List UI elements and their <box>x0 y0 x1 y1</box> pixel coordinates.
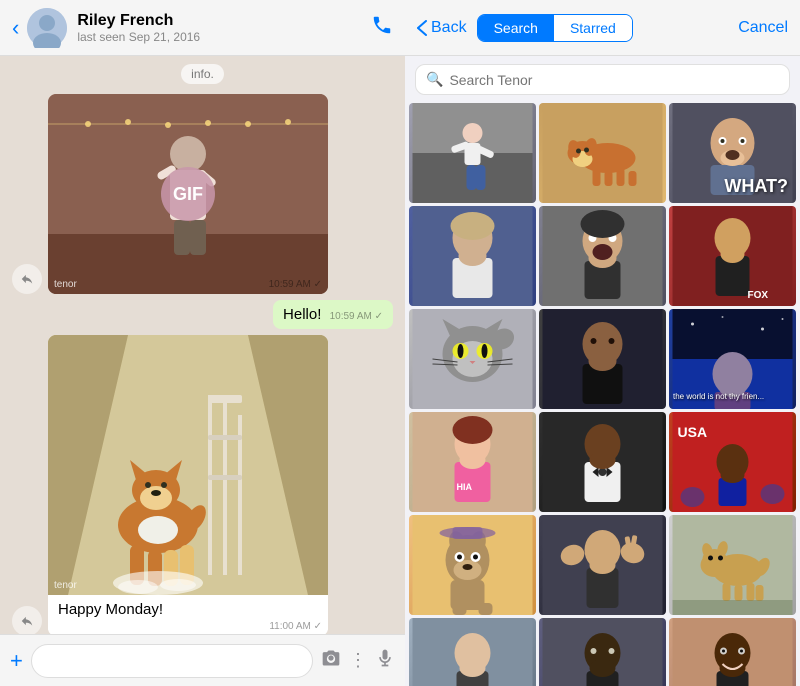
gif-bubble-1[interactable]: GIF tenor 10:59 AM ✓ <box>48 94 328 294</box>
gif-back-button[interactable]: Back <box>417 19 467 37</box>
msg-time-2: 11:00 AM ✓ <box>269 621 322 632</box>
gif-overlay-text: WHAT? <box>724 176 788 197</box>
gif-cell[interactable] <box>409 206 536 306</box>
starred-tab[interactable]: Starred <box>554 15 632 41</box>
reply-icon-2[interactable] <box>12 606 42 634</box>
msg-time-1: 10:59 AM ✓ <box>269 279 322 290</box>
gif-cell[interactable]: the world is not thy frien... <box>669 309 796 409</box>
gif-cell[interactable] <box>539 103 666 203</box>
svg-text:FOX: FOX <box>748 290 769 301</box>
svg-text:USA: USA <box>678 424 708 440</box>
tenor-badge-1: tenor <box>54 279 77 290</box>
gif-cell[interactable]: HIA <box>409 412 536 512</box>
mic-icon[interactable] <box>375 648 395 673</box>
hello-text: Hello! <box>283 306 321 323</box>
gif-cell[interactable] <box>539 515 666 615</box>
gif-cell[interactable] <box>409 618 536 686</box>
back-button[interactable]: ‹ <box>12 15 19 41</box>
tenor-search-input[interactable] <box>449 72 779 88</box>
message-row: GIF tenor 10:59 AM ✓ <box>12 94 393 294</box>
chat-panel: ‹ Riley French last seen Sep 21, 2016 in… <box>0 0 405 686</box>
gif-cell[interactable] <box>409 515 536 615</box>
message-input[interactable] <box>31 644 313 678</box>
reply-icon[interactable] <box>12 264 42 294</box>
hello-bubble: Hello! 10:59 AM ✓ <box>273 300 393 329</box>
tenor-badge-2: tenor <box>54 580 77 591</box>
message-row: Hello! 10:59 AM ✓ <box>12 300 393 329</box>
contact-info: Riley French last seen Sep 21, 2016 <box>77 12 371 44</box>
gif-cell[interactable] <box>409 103 536 203</box>
gif-bubble-2[interactable]: tenor Happy Monday! 11:00 AM ✓ <box>48 335 328 634</box>
add-button[interactable]: + <box>10 648 23 674</box>
gif-picker-panel: Back Search Starred Cancel 🔍 <box>405 0 800 686</box>
contact-status: last seen Sep 21, 2016 <box>77 30 371 44</box>
gif-grid: WHAT? <box>405 103 800 686</box>
contact-name: Riley French <box>77 12 371 30</box>
hello-time: 10:59 AM ✓ <box>330 311 383 322</box>
gif-cell[interactable] <box>539 412 666 512</box>
search-icon: 🔍 <box>426 71 443 88</box>
message-row: tenor Happy Monday! 11:00 AM ✓ <box>12 335 393 634</box>
svg-text:HIA: HIA <box>457 482 473 492</box>
gif-cell[interactable]: USA <box>669 412 796 512</box>
gif-label: GIF <box>161 167 215 221</box>
gif-cell[interactable] <box>669 618 796 686</box>
camera-icon[interactable] <box>321 648 341 673</box>
search-starred-segmented: Search Starred <box>477 14 633 42</box>
gif-cell[interactable] <box>409 309 536 409</box>
phone-icon[interactable] <box>371 14 393 42</box>
tenor-search-bar[interactable]: 🔍 <box>415 64 790 95</box>
gif-cell[interactable] <box>539 206 666 306</box>
chat-messages: info. <box>0 56 405 634</box>
search-tab[interactable]: Search <box>478 15 554 41</box>
chat-input-bar: + ⋮ <box>0 634 405 686</box>
gif-cell[interactable]: FOX <box>669 206 796 306</box>
caption-text: Happy Monday! <box>58 601 163 618</box>
chat-header: ‹ Riley French last seen Sep 21, 2016 <box>0 0 405 56</box>
gif-picker-header: Back Search Starred Cancel <box>405 0 800 56</box>
avatar <box>27 8 67 48</box>
info-bubble: info. <box>12 64 393 84</box>
gif-cell[interactable] <box>539 618 666 686</box>
more-options-icon[interactable]: ⋮ <box>349 650 367 671</box>
gif-cell[interactable] <box>669 515 796 615</box>
gif-overlay-text-small: the world is not thy frien... <box>673 392 764 401</box>
gif-cell[interactable] <box>539 309 666 409</box>
info-text: info. <box>181 64 224 84</box>
cancel-button[interactable]: Cancel <box>738 19 788 37</box>
gif-cell[interactable]: WHAT? <box>669 103 796 203</box>
